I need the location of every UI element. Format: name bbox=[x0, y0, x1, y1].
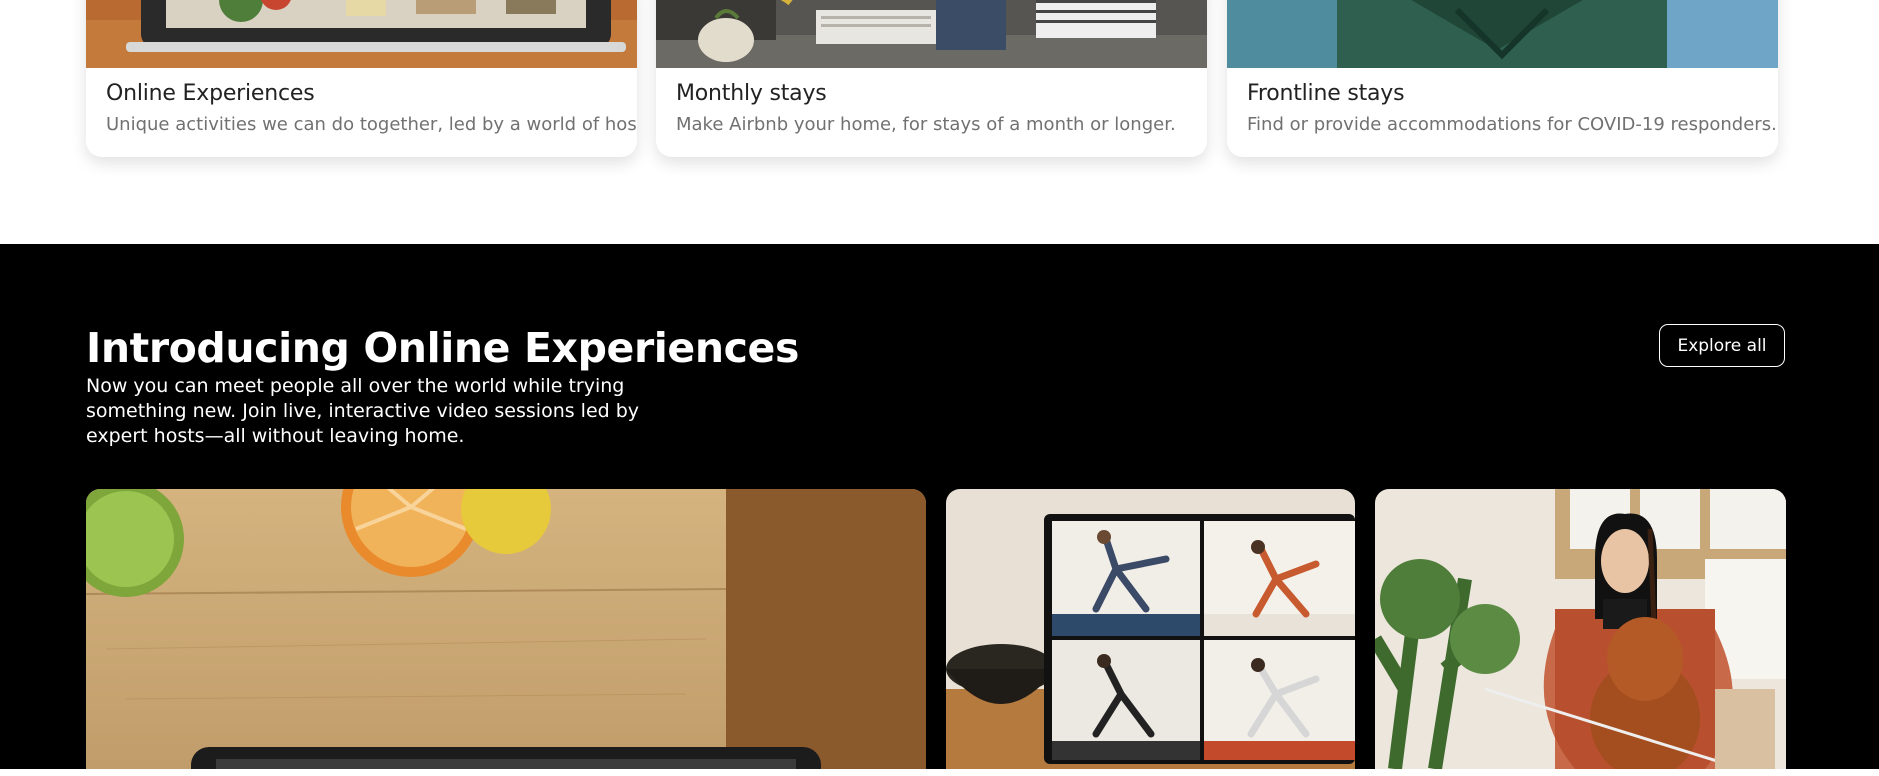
card-description: Unique activities we can do together, le… bbox=[106, 114, 637, 135]
categories-section: Online Experiences Unique activities we … bbox=[0, 0, 1879, 244]
explore-all-button[interactable]: Explore all bbox=[1659, 324, 1785, 367]
online-experiences-section: Introducing Online Experiences Now you c… bbox=[0, 244, 1879, 769]
section-title: Introducing Online Experiences bbox=[86, 324, 799, 372]
card-monthly-stays[interactable]: Monthly stays Make Airbnb your home, for… bbox=[656, 0, 1207, 157]
card-title: Online Experiences bbox=[106, 81, 315, 106]
card-image-frontline-stays bbox=[1227, 0, 1778, 68]
card-frontline-stays[interactable]: Frontline stays Find or provide accommod… bbox=[1227, 0, 1778, 157]
card-image-online-experiences bbox=[86, 0, 637, 68]
card-description: Make Airbnb your home, for stays of a mo… bbox=[676, 114, 1176, 135]
card-title: Monthly stays bbox=[676, 81, 827, 106]
experience-image-cello[interactable] bbox=[1375, 489, 1786, 769]
card-online-experiences[interactable]: Online Experiences Unique activities we … bbox=[86, 0, 637, 157]
card-image-monthly-stays bbox=[656, 0, 1207, 68]
card-description: Find or provide accommodations for COVID… bbox=[1247, 114, 1777, 135]
experience-image-cooking[interactable] bbox=[86, 489, 926, 769]
experience-image-yoga[interactable] bbox=[946, 489, 1355, 769]
page-bottom bbox=[0, 769, 1879, 776]
section-subtitle: Now you can meet people all over the wor… bbox=[86, 375, 640, 447]
card-title: Frontline stays bbox=[1247, 81, 1405, 106]
